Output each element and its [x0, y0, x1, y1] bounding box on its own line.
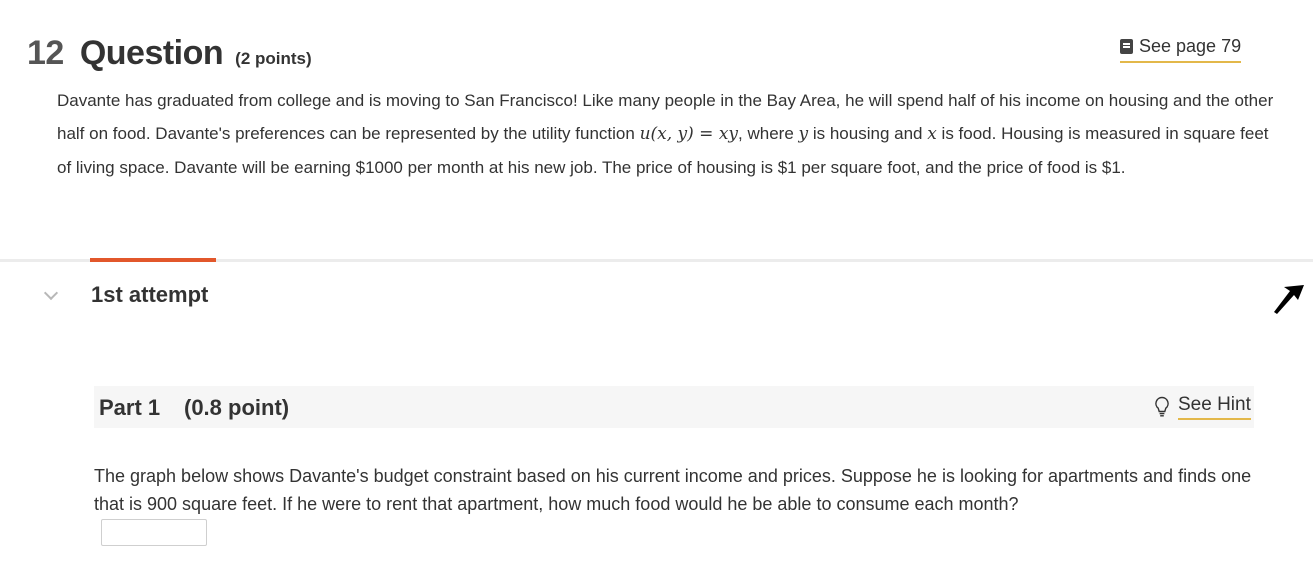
attempt-label[interactable]: 1st attempt [91, 282, 208, 308]
part-title: Part 1 [99, 395, 161, 420]
question-body: Davante has graduated from college and i… [57, 84, 1277, 184]
question-title: Question [79, 34, 224, 72]
part-question-text: The graph below shows Davante's budget c… [94, 466, 1252, 514]
variable-x: x [927, 124, 937, 144]
chevron-down-icon[interactable] [44, 288, 56, 300]
question-number: 12 [27, 34, 64, 72]
see-hint-button[interactable]: See Hint [1154, 394, 1251, 420]
body-text-2: , where [738, 124, 799, 143]
see-page-link[interactable]: See page 79 [1120, 36, 1242, 63]
question-header: 12 Question (2 points) [27, 34, 312, 74]
utility-function: u(x, y) = xy [639, 124, 739, 144]
part-points: (0.8 point) [184, 395, 290, 420]
body-text-3: is housing and [808, 124, 928, 143]
part-header: Part 1 (0.8 point) See Hint [94, 386, 1254, 428]
mouse-pointer-icon [1274, 285, 1304, 314]
question-points: (2 points) [235, 49, 312, 68]
answer-input[interactable] [101, 519, 207, 546]
attempt-tab-indicator [90, 258, 216, 262]
see-hint-label: See Hint [1178, 394, 1251, 420]
book-icon [1120, 39, 1133, 54]
see-page-label: See page 79 [1139, 36, 1242, 56]
variable-y: y [798, 124, 809, 144]
lightbulb-icon [1155, 396, 1169, 417]
